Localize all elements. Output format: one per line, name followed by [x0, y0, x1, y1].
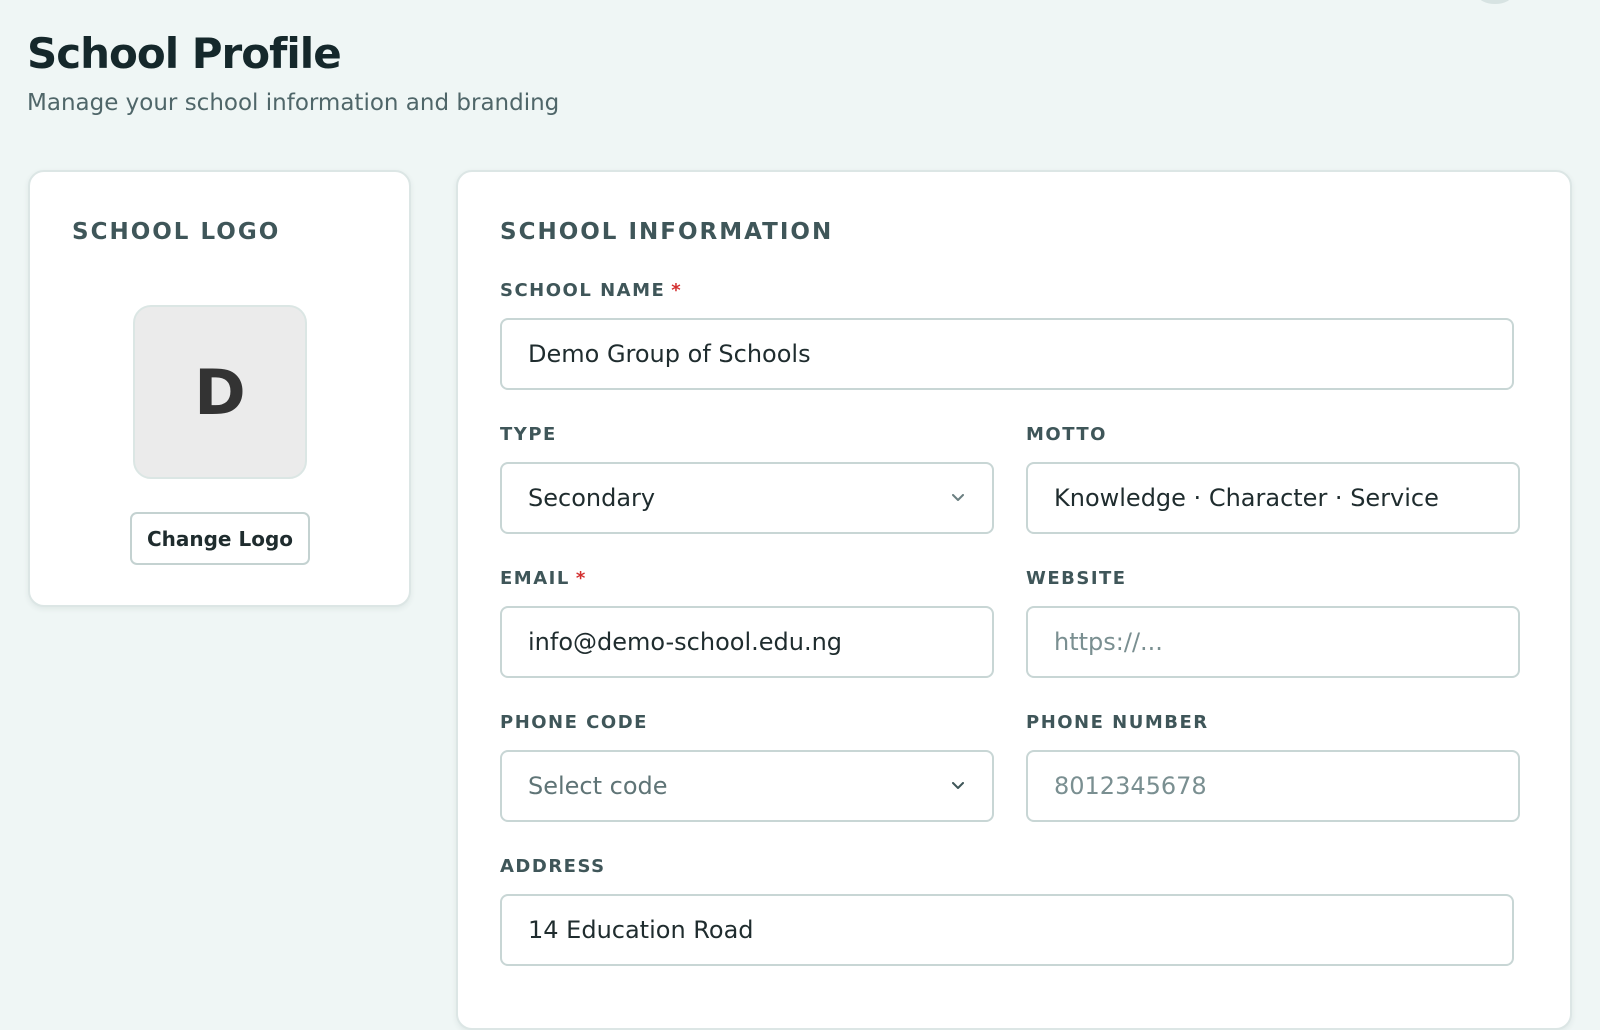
avatar[interactable] [1478, 0, 1512, 4]
required-mark: * [671, 280, 683, 301]
phone-number-field[interactable] [1026, 750, 1520, 822]
page-subtitle: Manage your school information and brand… [27, 90, 560, 116]
school-name-input[interactable] [528, 340, 1486, 368]
school-logo-card: SCHOOL LOGO D Change Logo [28, 170, 411, 607]
address-field[interactable] [500, 894, 1514, 966]
phone-code-select-value: Select code [528, 772, 668, 800]
motto-input[interactable] [1054, 484, 1492, 512]
email-label-text: EMAIL [500, 568, 570, 589]
website-field[interactable] [1026, 606, 1520, 678]
chevron-down-icon [950, 778, 966, 794]
school-name-label: SCHOOL NAME * [500, 280, 682, 301]
phone-code-label: PHONE CODE [500, 712, 648, 733]
page-header: School Profile Manage your school inform… [27, 28, 559, 118]
motto-label: MOTTO [1026, 424, 1107, 445]
school-information-card: SCHOOL INFORMATION SCHOOL NAME* TYPE Sec… [456, 170, 1572, 1030]
type-select[interactable]: Secondary [500, 462, 994, 534]
address-input[interactable] [528, 916, 1486, 944]
address-label: ADDRESS [500, 856, 606, 877]
type-label: TYPE [500, 424, 557, 445]
logo-card-title: SCHOOL LOGO [72, 219, 281, 245]
phone-code-select[interactable]: Select code [500, 750, 994, 822]
motto-field[interactable] [1026, 462, 1520, 534]
chevron-down-icon [950, 490, 966, 506]
type-select-value: Secondary [528, 484, 656, 512]
website-label: WEBSITE [1026, 568, 1127, 589]
school-logo-image: D [133, 305, 307, 479]
page-title: School Profile [27, 29, 342, 78]
info-card-title: SCHOOL INFORMATION [500, 219, 834, 245]
required-mark: * [575, 568, 587, 589]
phone-number-label: PHONE NUMBER [1026, 712, 1209, 733]
email-input[interactable] [528, 628, 966, 656]
email-label: EMAIL * [500, 568, 587, 589]
email-field[interactable] [500, 606, 994, 678]
change-logo-button[interactable]: Change Logo [130, 512, 310, 565]
logo-letter: D [194, 355, 246, 429]
phone-number-input[interactable] [1054, 772, 1492, 800]
school-name-field[interactable] [500, 318, 1514, 390]
website-input[interactable] [1054, 628, 1492, 656]
school-name-label-text: SCHOOL NAME [500, 280, 666, 301]
